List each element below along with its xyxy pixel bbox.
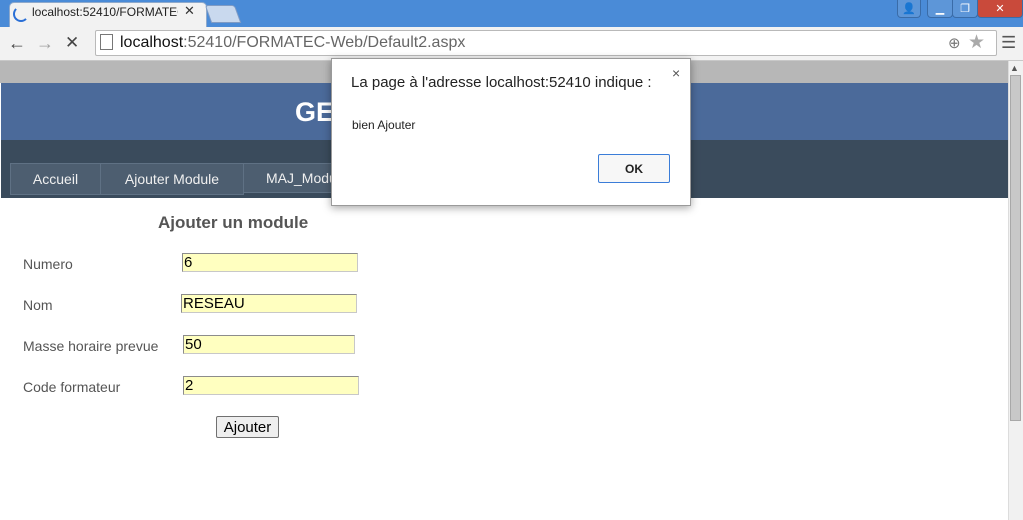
nom-input[interactable] — [181, 294, 357, 313]
address-bar-url[interactable]: localhost:52410/FORMATEC-Web/Default2.as… — [120, 34, 465, 52]
bookmark-star-icon[interactable]: ★ — [968, 31, 985, 54]
ajouter-button[interactable]: Ajouter — [216, 416, 279, 438]
numero-input[interactable] — [182, 253, 358, 272]
masse-horaire-input[interactable] — [183, 335, 355, 354]
url-path: :52410/FORMATEC-Web/Default2.aspx — [183, 34, 466, 51]
new-tab-button[interactable] — [204, 5, 242, 23]
stop-loading-icon[interactable]: ✕ — [65, 33, 79, 53]
url-host: localhost — [120, 34, 184, 51]
page-icon — [100, 34, 113, 50]
window-close-button[interactable]: ✕ — [977, 0, 1023, 18]
masse-horaire-label: Masse horaire prevue — [23, 338, 159, 354]
nav-item-ajouter-module[interactable]: Ajouter Module — [100, 163, 244, 195]
dialog-title: La page à l'adresse localhost:52410 indi… — [351, 74, 652, 91]
dialog-message: bien Ajouter — [352, 118, 416, 132]
back-arrow-icon[interactable]: ← — [8, 33, 26, 54]
loading-spinner-icon — [13, 6, 29, 22]
tab-title: localhost:52410/FORMATEC — [32, 5, 178, 19]
user-icon[interactable]: 👤 — [897, 0, 921, 18]
dialog-ok-button[interactable]: OK — [598, 154, 670, 183]
site-title: GE — [295, 97, 335, 127]
nav-item-maj-module[interactable]: MAJ_Modu — [243, 163, 343, 193]
zoom-icon[interactable]: ⊕ — [948, 34, 961, 52]
restore-button[interactable]: ❐ — [952, 0, 978, 18]
forward-arrow-icon[interactable]: → — [36, 33, 54, 54]
nom-label: Nom — [23, 297, 53, 313]
dialog-close-icon[interactable]: × — [672, 65, 680, 81]
code-formateur-input[interactable] — [183, 376, 359, 395]
minimize-button[interactable]: ▁ — [927, 0, 953, 18]
form-title: Ajouter un module — [158, 213, 309, 232]
scroll-up-arrow-icon[interactable]: ▲ — [1010, 63, 1019, 73]
tab-close-icon[interactable]: ✕ — [184, 3, 195, 19]
scrollbar-thumb[interactable] — [1010, 75, 1021, 421]
menu-icon[interactable]: ☰ — [1001, 33, 1016, 53]
code-formateur-label: Code formateur — [23, 379, 121, 395]
numero-label: Numero — [23, 256, 73, 272]
nav-item-accueil[interactable]: Accueil — [10, 163, 101, 195]
